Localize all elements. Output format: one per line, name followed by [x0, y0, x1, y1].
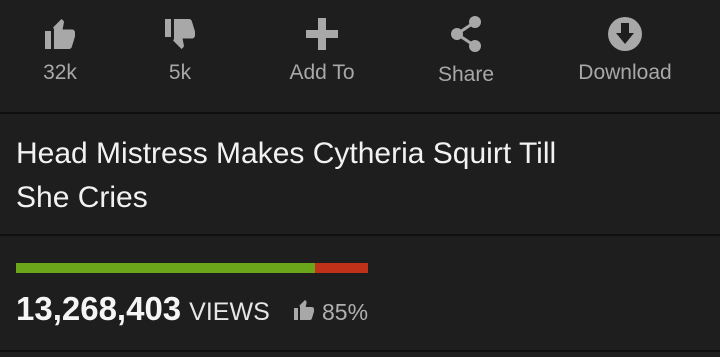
video-stats: 13,268,403 VIEWS 85% — [0, 236, 720, 352]
share-label: Share — [437, 63, 495, 86]
dislike-count: 5k — [168, 61, 192, 84]
thumbs-up-icon — [42, 14, 78, 54]
add-to-button[interactable]: Add To — [262, 0, 382, 112]
like-button[interactable]: 32k — [20, 0, 100, 112]
view-count-label: VIEWS — [189, 298, 270, 326]
share-icon — [448, 14, 484, 54]
like-count: 32k — [43, 61, 77, 84]
video-title-section: Head Mistress Makes Cytheria Squirt Till… — [0, 114, 720, 236]
add-to-label: Add To — [289, 61, 355, 84]
plus-icon — [304, 14, 340, 54]
rating-bar-positive-fill — [16, 263, 316, 273]
rating-bar — [16, 263, 368, 273]
thumbs-up-small-icon — [292, 298, 316, 327]
rating-percent: 85% — [292, 298, 368, 327]
video-actions-bar: 32k 5k Add To Share Download — [0, 0, 720, 114]
dislike-button[interactable]: 5k — [140, 0, 220, 112]
video-title: Head Mistress Makes Cytheria Squirt Till… — [16, 137, 557, 214]
download-icon — [606, 14, 644, 54]
view-count: 13,268,403 VIEWS — [16, 290, 270, 328]
thumbs-down-icon — [162, 14, 198, 54]
download-button[interactable]: Download — [560, 0, 690, 112]
download-label: Download — [578, 61, 672, 84]
share-button[interactable]: Share — [410, 0, 522, 112]
view-count-number: 13,268,403 — [16, 290, 182, 327]
rating-percent-value: 85% — [322, 299, 369, 325]
